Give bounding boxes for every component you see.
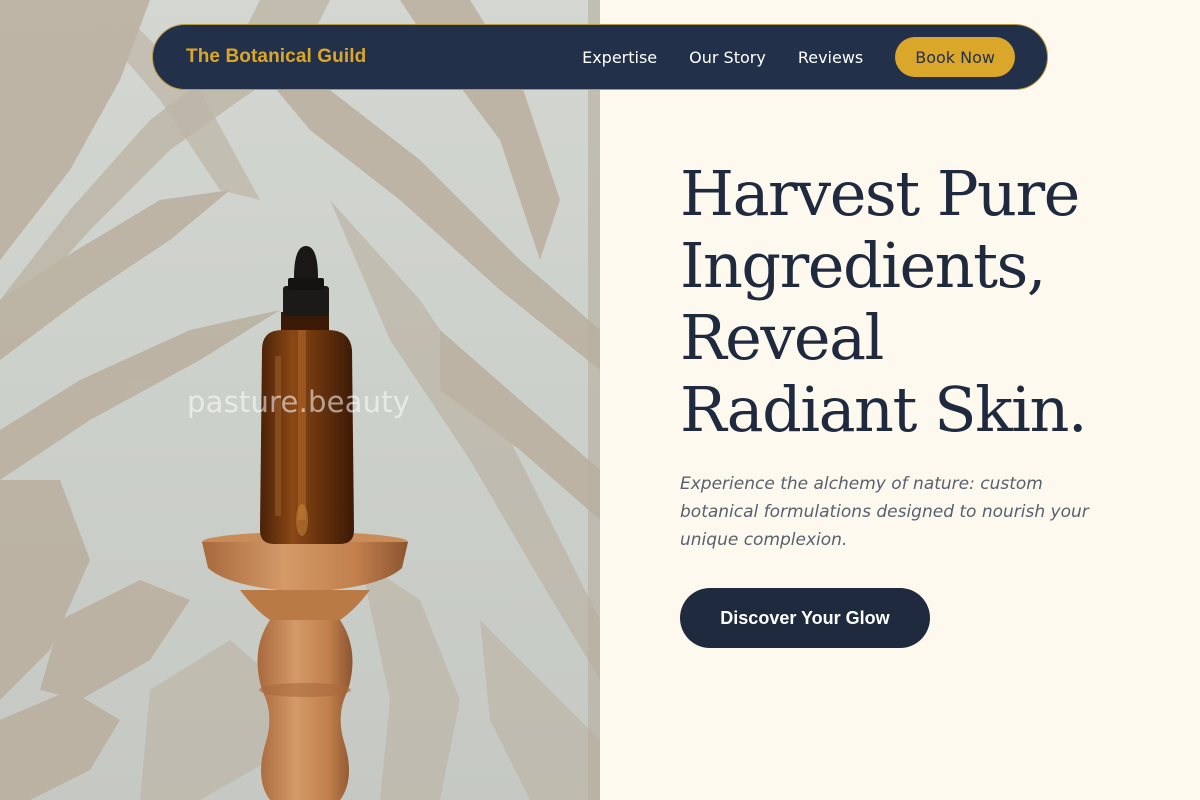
headline-line: Radiant Skin.	[680, 373, 1088, 446]
hero-headline: Harvest Pure Ingredients, Reveal Radiant…	[680, 158, 1150, 446]
brand-logo[interactable]: The Botanical Guild	[186, 46, 366, 68]
watermark: pasture.beauty	[187, 385, 411, 419]
discover-your-glow-button[interactable]: Discover Your Glow	[680, 588, 930, 648]
book-now-button[interactable]: Book Now	[895, 37, 1015, 77]
hero-subtext: Experience the alchemy of nature: custom…	[680, 474, 1089, 550]
headline-line: Ingredients,	[680, 229, 1047, 302]
hero-content: Harvest Pure Ingredients, Reveal Radiant…	[680, 158, 1150, 648]
nav-link-expertise[interactable]: Expertise	[582, 48, 657, 67]
nav-link-reviews[interactable]: Reviews	[798, 48, 863, 67]
nav-links: Expertise Our Story Reviews Book Now	[582, 37, 1015, 77]
hero-image: pasture.beauty	[0, 0, 600, 800]
nav-bar: The Botanical Guild Expertise Our Story …	[152, 24, 1048, 90]
headline-line: Harvest Pure	[680, 157, 1080, 230]
headline-line: Reveal	[680, 301, 884, 374]
nav-link-our-story[interactable]: Our Story	[689, 48, 766, 67]
